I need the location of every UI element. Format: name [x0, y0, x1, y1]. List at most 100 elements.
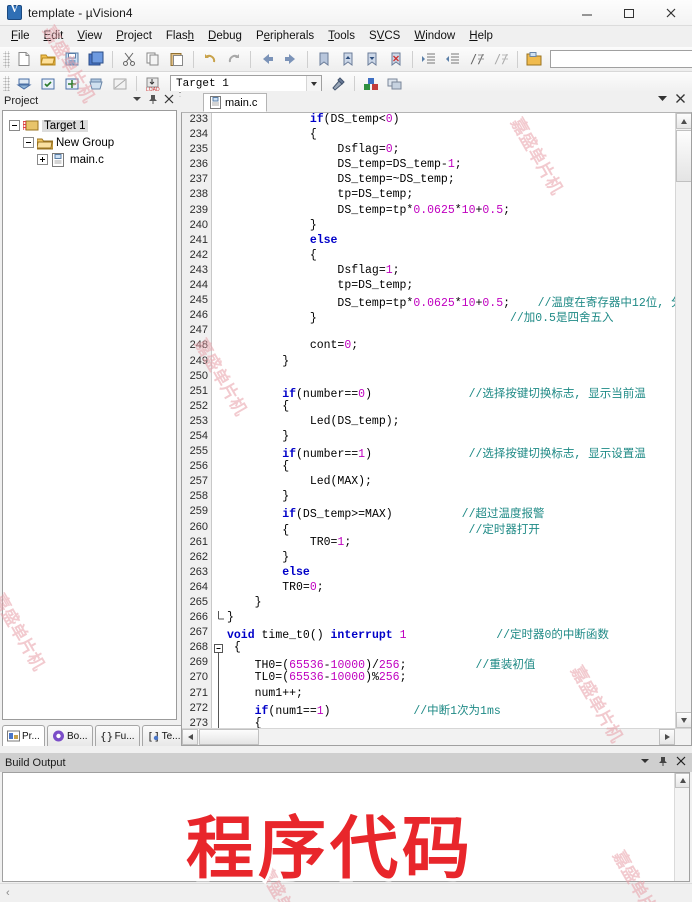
code-line[interactable]: 264 TR0=0;: [182, 581, 675, 596]
collapse-icon[interactable]: [23, 137, 34, 148]
code-editor[interactable]: 233 if(DS_temp<0) 234 {235 Dsflag=0; 236 D…: [181, 112, 692, 746]
navigate-forward-icon[interactable]: [280, 49, 302, 70]
expand-icon[interactable]: [37, 154, 48, 165]
code-line[interactable]: 260 { //定时器打开: [182, 521, 675, 537]
bookmark-next-icon[interactable]: [361, 49, 383, 70]
tree-node-new-group[interactable]: New Group: [9, 134, 176, 151]
code-line[interactable]: 259 if(DS_temp>=MAX) //超过温度报警: [182, 505, 675, 521]
code-line[interactable]: 256 {: [182, 460, 675, 475]
save-all-icon[interactable]: [85, 49, 107, 70]
scroll-up-button[interactable]: [675, 773, 689, 788]
project-tab-te[interactable]: [] Te...: [141, 725, 186, 746]
project-tab-fu[interactable]: {} Fu...: [94, 725, 140, 746]
code-line[interactable]: 263 else: [182, 566, 675, 581]
code-line[interactable]: 243 Dsflag=1;: [182, 264, 675, 279]
scroll-right-button[interactable]: [659, 729, 675, 745]
menu-debug[interactable]: Debug: [201, 28, 249, 45]
chevron-down-icon[interactable]: [306, 76, 321, 92]
code-line[interactable]: 239 DS_temp=tp*0.0625*10+0.5;: [182, 204, 675, 219]
navigate-back-icon[interactable]: [256, 49, 278, 70]
editor-horizontal-scrollbar[interactable]: [182, 728, 691, 745]
minimize-button[interactable]: [566, 0, 608, 26]
find-combo[interactable]: [550, 50, 692, 68]
scroll-left-button[interactable]: [182, 729, 198, 745]
menu-edit[interactable]: Edit: [37, 28, 71, 45]
code-line[interactable]: 268 {: [182, 641, 675, 657]
code-line[interactable]: 261 TR0=1;: [182, 536, 675, 551]
code-line[interactable]: 273 {: [182, 716, 675, 728]
close-icon[interactable]: [675, 91, 686, 109]
code-line[interactable]: 252 {: [182, 400, 675, 415]
menu-project[interactable]: Project: [109, 28, 159, 45]
open-folder-icon[interactable]: [523, 49, 545, 70]
paste-icon[interactable]: [166, 49, 188, 70]
toolbar-grip[interactable]: [3, 75, 10, 93]
menu-view[interactable]: View: [70, 28, 109, 45]
uncomment-icon[interactable]: //: [490, 49, 512, 70]
code-line[interactable]: 248 cont=0;: [182, 339, 675, 354]
code-line[interactable]: 250: [182, 370, 675, 385]
scroll-up-button[interactable]: [676, 113, 691, 129]
menu-help[interactable]: Help: [462, 28, 500, 45]
code-line[interactable]: 255 if(number==1) //选择按键切换标志, 显示设置温: [182, 445, 675, 461]
scroll-down-button[interactable]: [676, 712, 691, 728]
open-file-icon[interactable]: [37, 49, 59, 70]
code-line[interactable]: 234 {: [182, 128, 675, 143]
horizontal-scroll-thumb[interactable]: [199, 729, 259, 745]
indent-icon[interactable]: [418, 49, 440, 70]
bookmark-clear-icon[interactable]: [385, 49, 407, 70]
code-line[interactable]: 251 if(number==0) //选择按键切换标志, 显示当前温: [182, 385, 675, 401]
fold-marker[interactable]: [212, 641, 225, 657]
tab-main-c[interactable]: main.c: [203, 93, 268, 112]
tree-node-main-c[interactable]: main.c: [9, 151, 176, 168]
code-line[interactable]: 257 Led(MAX);: [182, 475, 675, 490]
code-line[interactable]: 249 }: [182, 355, 675, 370]
code-content[interactable]: 233 if(DS_temp<0) 234 {235 Dsflag=0; 236 D…: [182, 113, 675, 728]
build-output-body[interactable]: [2, 772, 690, 882]
pin-icon[interactable]: [148, 94, 158, 107]
code-line[interactable]: 269 TH0=(65536-10000)/256; //重装初值: [182, 656, 675, 673]
menu-svcs[interactable]: SVCS: [362, 28, 407, 45]
code-line[interactable]: 270 TL0=(65536-10000)%256;: [182, 671, 675, 688]
chevron-down-icon[interactable]: [657, 91, 668, 109]
toolbar-grip[interactable]: [3, 50, 10, 68]
undo-icon[interactable]: [199, 49, 221, 70]
code-line[interactable]: 258 }: [182, 490, 675, 505]
project-tab-pr[interactable]: Pr...: [2, 725, 45, 746]
copy-icon[interactable]: [142, 49, 164, 70]
close-icon[interactable]: [676, 756, 686, 769]
maximize-button[interactable]: [608, 0, 650, 26]
code-line[interactable]: 253 Led(DS_temp);: [182, 415, 675, 430]
project-tree[interactable]: Target 1 New Group main.c: [2, 110, 177, 720]
close-icon[interactable]: [164, 94, 174, 107]
outdent-icon[interactable]: [442, 49, 464, 70]
chevron-down-icon[interactable]: [640, 756, 650, 769]
collapse-icon[interactable]: [9, 120, 20, 131]
code-line[interactable]: 262 }: [182, 551, 675, 566]
code-line[interactable]: 245 DS_temp=tp*0.0625*10+0.5; //温度在寄存器中1…: [182, 294, 675, 310]
code-line[interactable]: 237 DS_temp=~DS_temp;: [182, 173, 675, 188]
code-line[interactable]: 242 {: [182, 249, 675, 264]
code-line[interactable]: 236 DS_temp=DS_temp-1;: [182, 158, 675, 173]
vertical-scroll-thumb[interactable]: [676, 130, 691, 182]
comment-icon[interactable]: //: [466, 49, 488, 70]
tree-node-target-1[interactable]: Target 1: [9, 117, 176, 134]
save-icon[interactable]: [61, 49, 83, 70]
menu-tools[interactable]: Tools: [321, 28, 362, 45]
close-button[interactable]: [650, 0, 692, 26]
pin-icon[interactable]: [658, 756, 668, 769]
new-file-icon[interactable]: [13, 49, 35, 70]
code-line[interactable]: 266}: [182, 611, 675, 626]
code-line[interactable]: 272 if(num1==1) //中断1次为1ms: [182, 701, 675, 718]
bookmark-toggle-icon[interactable]: [313, 49, 335, 70]
code-line[interactable]: 235 Dsflag=0;: [182, 143, 675, 158]
code-line[interactable]: 271 num1++;: [182, 686, 675, 703]
menu-peripherals[interactable]: Peripherals: [249, 28, 321, 45]
code-line[interactable]: 265 }: [182, 596, 675, 611]
build-output-scrollbar[interactable]: [674, 773, 689, 881]
bookmark-prev-icon[interactable]: [337, 49, 359, 70]
code-line[interactable]: 241 else: [182, 234, 675, 249]
code-line[interactable]: 247: [182, 324, 675, 339]
menu-window[interactable]: Window: [407, 28, 462, 45]
chevron-down-icon[interactable]: [132, 94, 142, 107]
